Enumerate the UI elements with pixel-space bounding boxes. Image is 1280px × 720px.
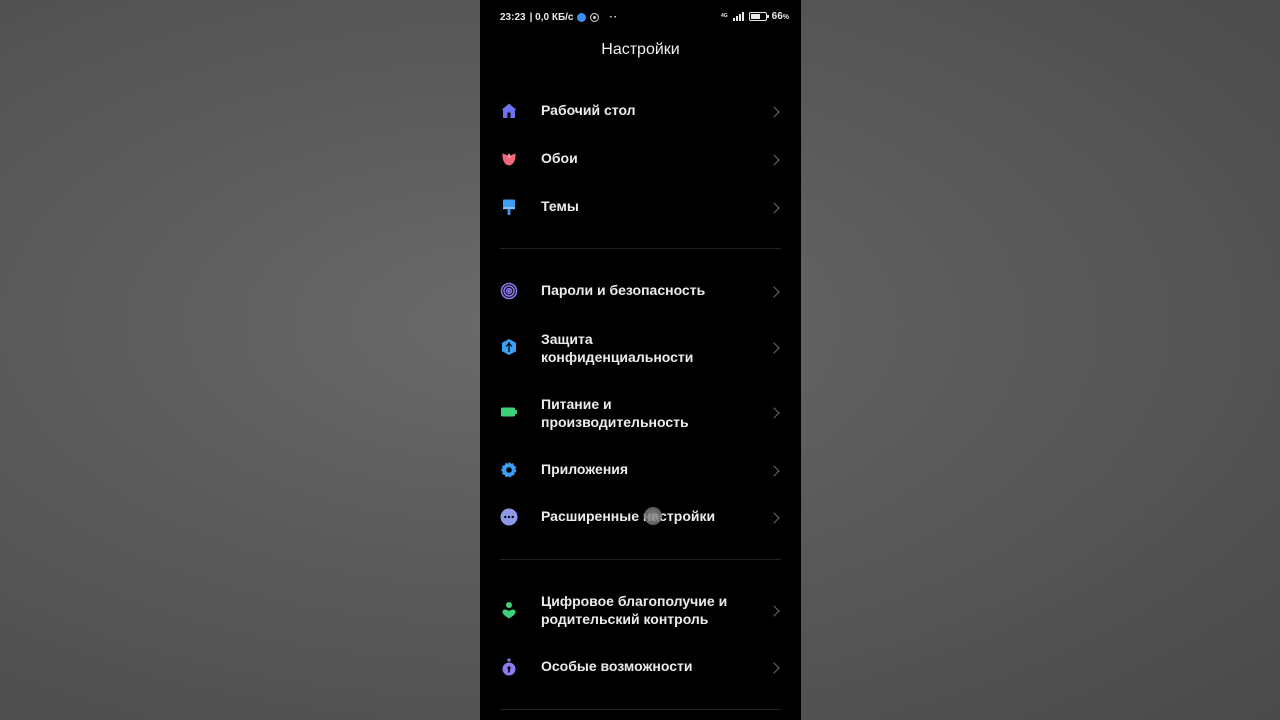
chevron-right-icon xyxy=(768,285,780,298)
vpn-notification-icon xyxy=(590,13,600,22)
chevron-right-icon xyxy=(768,406,780,419)
chevron-right-icon xyxy=(768,464,780,477)
privacy-shield-icon xyxy=(500,338,518,356)
page-title: Настройки xyxy=(601,41,680,58)
touch-indicator xyxy=(644,507,662,525)
settings-item-home-screen[interactable]: Рабочий стол xyxy=(480,93,801,129)
settings-item-advanced-settings[interactable]: Расширенные настройки xyxy=(480,499,801,535)
home-icon xyxy=(500,102,518,120)
status-bar: 23:23 | 0,0 КБ/с ·· 4G 66% xyxy=(480,0,801,36)
settings-item-apps[interactable]: Приложения xyxy=(480,452,801,488)
settings-item-label: Питание и производительность xyxy=(541,396,689,430)
more-notifications-icon: ·· xyxy=(609,12,619,23)
chevron-right-icon xyxy=(768,201,780,214)
section-divider xyxy=(500,248,781,249)
battery-level: 66% xyxy=(771,11,789,22)
settings-item-label: Рабочий стол xyxy=(541,102,636,119)
settings-item-label: Цифровое благополучие и родительский конт… xyxy=(541,593,728,627)
settings-item-themes[interactable]: Темы xyxy=(480,189,801,225)
settings-item-label: Расширенные настройки xyxy=(541,508,716,525)
chevron-right-icon xyxy=(768,511,780,524)
message-notification-icon xyxy=(577,13,587,22)
settings-item-battery-performance[interactable]: Питание и производительность xyxy=(480,394,801,430)
settings-item-accessibility[interactable]: Особые возможности xyxy=(480,649,801,685)
accessibility-icon xyxy=(500,658,518,676)
settings-item-wallpaper[interactable]: Обои xyxy=(480,141,801,177)
battery-status-icon xyxy=(748,12,769,21)
network-type-label: 4G xyxy=(720,13,728,19)
gear-icon xyxy=(500,461,518,479)
signal-icon xyxy=(732,12,744,21)
chevron-right-icon xyxy=(768,604,780,617)
battery-icon xyxy=(500,403,518,421)
settings-item-label: Защита конфиденциальности xyxy=(541,331,694,365)
paintbrush-icon xyxy=(500,198,518,216)
fingerprint-icon xyxy=(500,282,518,300)
settings-item-label: Пароли и безопасность xyxy=(541,282,706,299)
status-right: 4G 66% xyxy=(721,11,789,22)
more-dots-icon xyxy=(500,508,518,526)
phone-screen: 23:23 | 0,0 КБ/с ·· 4G 66% Настройки Раб… xyxy=(480,0,801,720)
wellbeing-icon xyxy=(500,601,518,619)
status-time: 23:23 xyxy=(500,12,526,23)
chevron-right-icon xyxy=(768,661,780,674)
tulip-icon xyxy=(500,150,518,168)
settings-item-passwords-security[interactable]: Пароли и безопасность xyxy=(480,273,801,309)
chevron-right-icon xyxy=(768,341,780,354)
chevron-right-icon xyxy=(768,153,780,166)
settings-item-label: Обои xyxy=(541,150,578,167)
settings-item-label: Темы xyxy=(541,198,579,215)
chevron-right-icon xyxy=(768,105,780,118)
status-left: 23:23 | 0,0 КБ/с ·· xyxy=(500,12,618,23)
section-divider xyxy=(500,709,781,710)
settings-item-digital-wellbeing[interactable]: Цифровое благополучие и родительский конт… xyxy=(480,592,801,628)
settings-item-privacy-protection[interactable]: Защита конфиденциальности xyxy=(480,329,801,365)
settings-item-label: Особые возможности xyxy=(541,658,693,675)
section-divider xyxy=(500,559,781,560)
settings-item-label: Приложения xyxy=(541,461,629,478)
status-network-speed: | 0,0 КБ/с xyxy=(529,12,574,23)
